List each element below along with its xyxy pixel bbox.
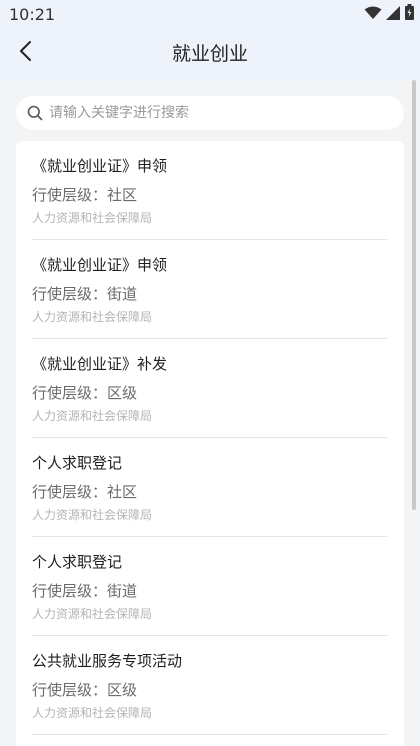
item-title: 个人求职登记	[32, 454, 123, 472]
item-level: 行使层级：街道	[32, 580, 137, 601]
item-title: 个人求职登记	[32, 553, 123, 571]
item-level: 行使层级：区级	[32, 382, 137, 403]
list-item[interactable]: 个人求职登记 行使层级：社区 人力资源和社会保障局	[32, 438, 387, 537]
level-value: 街道	[107, 285, 138, 303]
level-value: 社区	[107, 186, 138, 204]
level-label: 行使层级：	[32, 681, 108, 699]
level-value: 街道	[107, 582, 138, 600]
item-department: 人力资源和社会保障局	[32, 706, 153, 720]
list-item[interactable]: 《就业创业证》申领 行使层级：街道 人力资源和社会保障局	[32, 240, 387, 339]
search-icon	[27, 105, 43, 121]
item-department: 人力资源和社会保障局	[32, 211, 153, 225]
list-item[interactable]: 《就业创业证》补发 行使层级：区级 人力资源和社会保障局	[32, 339, 387, 438]
item-level: 行使层级：社区	[32, 184, 137, 205]
item-department: 人力资源和社会保障局	[32, 508, 153, 522]
item-title: 《就业创业证》申领	[32, 256, 168, 274]
header-area: 10:21 就业创业	[0, 0, 420, 80]
status-bar: 10:21	[0, 0, 420, 28]
level-label: 行使层级：	[32, 582, 108, 600]
wifi-icon	[364, 5, 382, 24]
search-bar[interactable]	[16, 96, 404, 130]
battery-icon	[405, 4, 414, 24]
level-value: 区级	[107, 384, 138, 402]
level-value: 区级	[107, 681, 138, 699]
item-level: 行使层级：街道	[32, 283, 137, 304]
level-label: 行使层级：	[32, 285, 108, 303]
scrollbar[interactable]	[412, 80, 416, 510]
status-icons	[364, 4, 414, 24]
level-label: 行使层级：	[32, 384, 108, 402]
item-department: 人力资源和社会保障局	[32, 310, 153, 324]
item-department: 人力资源和社会保障局	[32, 409, 153, 423]
item-title: 公共就业服务专项活动	[32, 652, 183, 670]
item-department: 人力资源和社会保障局	[32, 607, 153, 621]
list-item[interactable]: 公共就业服务专项活动 行使层级：区级 人力资源和社会保障局	[32, 636, 387, 735]
item-title: 《就业创业证》补发	[32, 355, 168, 373]
nav-bar: 就业创业	[0, 28, 420, 78]
search-input[interactable]	[49, 105, 379, 121]
level-value: 社区	[107, 483, 138, 501]
service-list: 《就业创业证》申领 行使层级：社区 人力资源和社会保障局 《就业创业证》申领 行…	[16, 141, 404, 746]
page-title: 就业创业	[171, 43, 248, 65]
cellular-signal-icon	[386, 5, 401, 24]
item-level: 行使层级：社区	[32, 481, 137, 502]
level-label: 行使层级：	[32, 186, 108, 204]
item-title: 《就业创业证》申领	[32, 157, 168, 175]
status-time: 10:21	[9, 5, 56, 24]
list-item[interactable]: 个人求职登记 行使层级：街道 人力资源和社会保障局	[32, 537, 387, 636]
level-label: 行使层级：	[32, 483, 108, 501]
list-item[interactable]: 《就业创业证》申领 行使层级：社区 人力资源和社会保障局	[32, 141, 387, 240]
item-level: 行使层级：区级	[32, 679, 137, 700]
